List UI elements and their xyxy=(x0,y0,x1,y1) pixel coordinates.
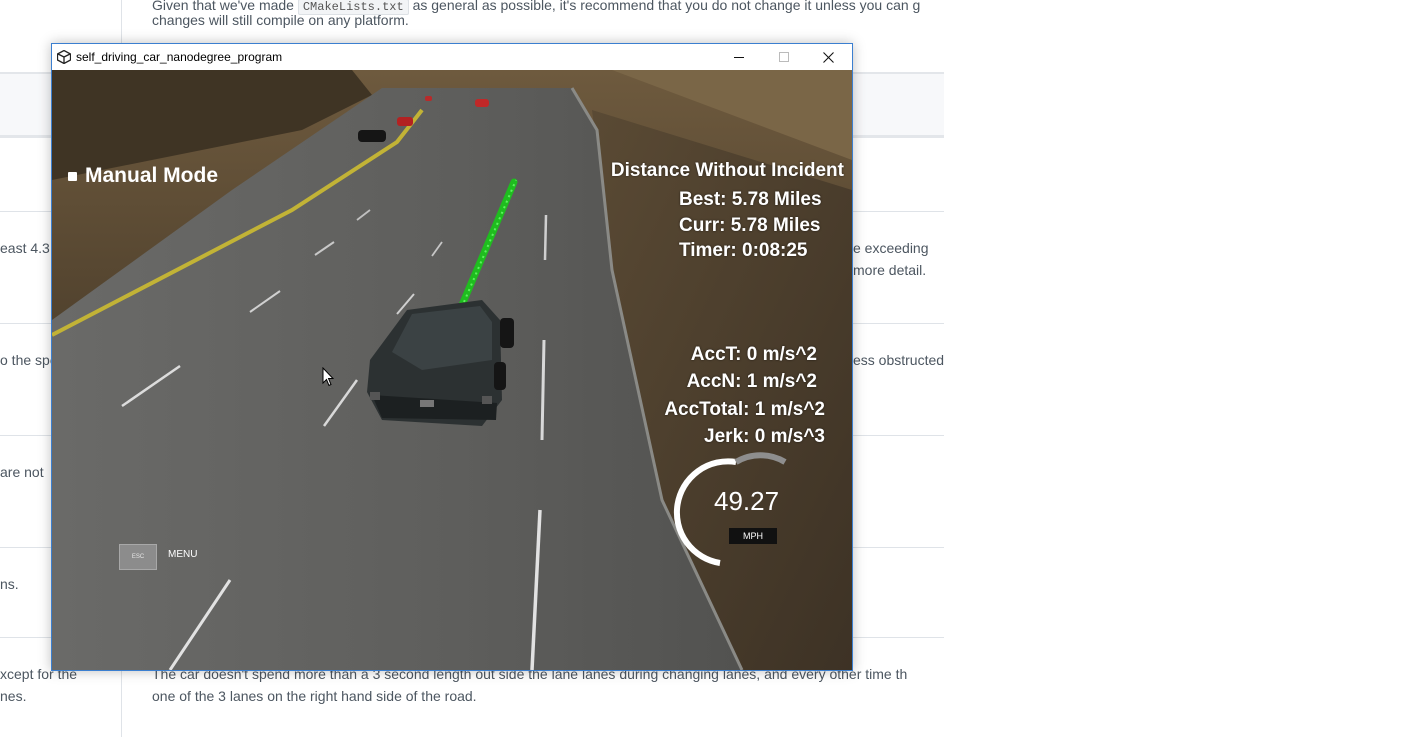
left-fragment: east 4.3 xyxy=(0,240,50,256)
game-viewport[interactable]: Manual Mode Distance Without Incident Be… xyxy=(52,70,852,670)
speed-unit-badge: MPH xyxy=(729,528,777,544)
left-fragment: nes. xyxy=(0,688,27,704)
minimize-icon xyxy=(733,57,744,58)
acc-n: AccN: 1 m/s^2 xyxy=(686,371,817,392)
unity-icon xyxy=(57,50,71,64)
left-fragment: o the spe xyxy=(0,352,58,368)
manual-mode-label: Manual Mode xyxy=(85,164,219,187)
acc-total: AccTotal: 1 m/s^2 xyxy=(664,399,825,420)
speed-readout: 49.27 xyxy=(714,486,780,516)
window-titlebar[interactable]: self_driving_car_nanodegree_program xyxy=(52,44,852,70)
manual-mode-toggle[interactable]: Manual Mode xyxy=(68,164,218,188)
right-fragment: more detail. xyxy=(853,262,927,278)
close-icon xyxy=(823,51,834,63)
left-fragment: are not xyxy=(0,464,44,480)
left-fragment: ns. xyxy=(0,576,19,592)
rubric-text-bottom-line2: one of the 3 lanes on the right hand sid… xyxy=(152,688,477,704)
simulator-window[interactable]: self_driving_car_nanodegree_program Manu… xyxy=(51,43,853,671)
maximize-button[interactable] xyxy=(761,44,806,70)
jerk: Jerk: 0 m/s^3 xyxy=(704,426,825,447)
right-fragment: e exceeding xyxy=(853,240,929,256)
desktop-blank-area xyxy=(944,0,1428,737)
window-title: self_driving_car_nanodegree_program xyxy=(76,50,283,64)
best-distance: Best: 5.78 Miles xyxy=(679,189,822,210)
maximize-icon xyxy=(778,52,789,62)
right-fragment: ess obstructed xyxy=(853,352,944,368)
mouse-cursor-icon xyxy=(322,367,334,387)
esc-key-button[interactable]: ESC xyxy=(119,544,157,570)
acc-t: AccT: 0 m/s^2 xyxy=(690,344,817,365)
rubric-text-top-line2: changes will still compile on any platfo… xyxy=(152,12,409,28)
minimize-button[interactable] xyxy=(716,44,761,70)
timer: Timer: 0:08:25 xyxy=(679,240,808,261)
manual-mode-checkbox[interactable] xyxy=(68,171,77,181)
menu-label[interactable]: MENU xyxy=(168,549,197,560)
distance-heading: Distance Without Incident xyxy=(610,160,844,181)
close-button[interactable] xyxy=(806,44,851,70)
current-distance: Curr: 5.78 Miles xyxy=(679,215,821,236)
